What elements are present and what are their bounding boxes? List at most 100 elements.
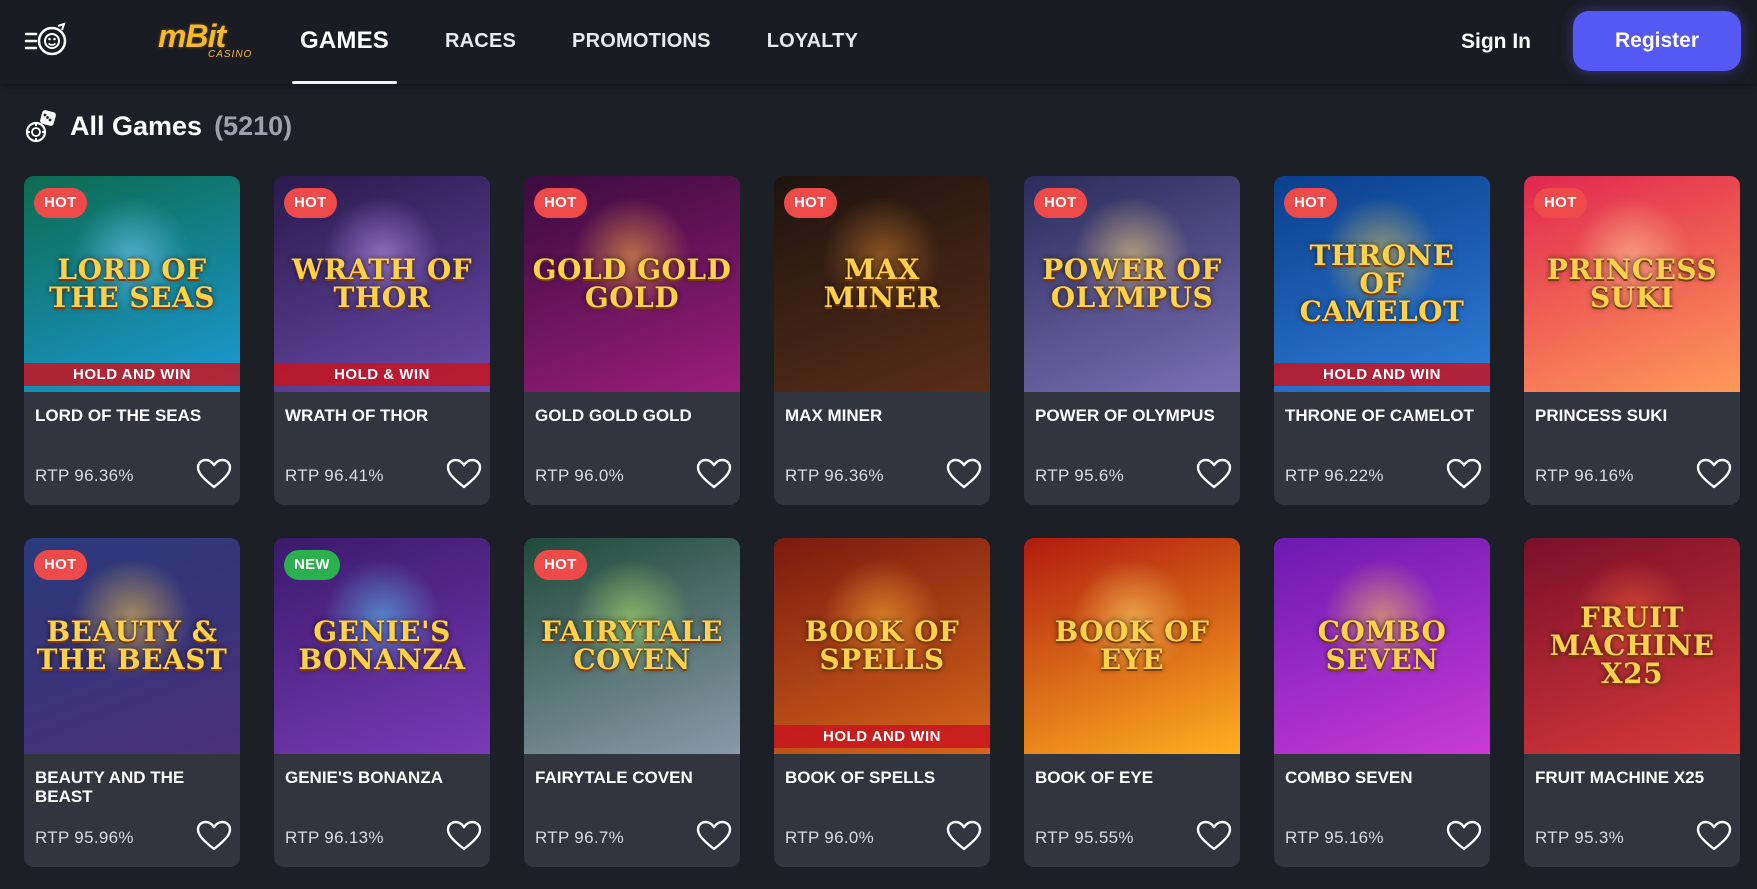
game-title[interactable]: GOLD GOLD GOLD — [535, 406, 731, 425]
favorite-heart-icon[interactable] — [946, 458, 982, 490]
game-title[interactable]: BOOK OF EYE — [1035, 768, 1231, 787]
thumbnail-title-art: POWER OF OLYMPUS — [1042, 253, 1222, 314]
game-thumbnail[interactable]: THRONE OF CAMELOT HOLD AND WIN HOT — [1274, 176, 1490, 392]
game-title[interactable]: MAX MINER — [785, 406, 981, 425]
game-card-beauty-and-the-beast[interactable]: BEAUTY & THE BEAST HOT BEAUTY AND THE BEAS… — [24, 538, 240, 867]
game-card-combo-seven[interactable]: COMBO SEVEN COMBO SEVEN RTP 95.16% — [1274, 538, 1490, 867]
hot-badge: HOT — [1034, 188, 1087, 218]
favorite-heart-icon[interactable] — [196, 458, 232, 490]
thumbnail-artwork: FRUIT MACHINE X25 — [1524, 538, 1740, 754]
game-title[interactable]: LORD OF THE SEAS — [35, 406, 231, 425]
game-card-book-of-eye[interactable]: BOOK OF EYE BOOK OF EYE RTP 95.55% — [1024, 538, 1240, 867]
game-card-gold-gold-gold[interactable]: GOLD GOLD GOLD HOT GOLD GOLD GOLD RTP 96.0% — [524, 176, 740, 505]
favorite-heart-icon[interactable] — [1196, 820, 1232, 852]
game-rtp: RTP 96.7% — [535, 828, 625, 847]
thumbnail-title-art: MAX MINER — [823, 253, 941, 314]
game-card-lord-of-the-seas[interactable]: LORD OF THE SEAS HOLD AND WIN HOT LORD OF T… — [24, 176, 240, 505]
favorite-heart-icon[interactable] — [696, 458, 732, 490]
game-rtp: RTP 96.41% — [285, 466, 384, 485]
section-header: All Games (5210) — [24, 104, 292, 148]
game-thumbnail[interactable]: BOOK OF SPELLS HOLD AND WIN — [774, 538, 990, 754]
hot-badge: HOT — [534, 188, 587, 218]
game-thumbnail[interactable]: GOLD GOLD GOLD HOT — [524, 176, 740, 392]
mbit-casino-logo[interactable]: mBit CASINO — [158, 18, 254, 62]
game-card-wrath-of-thor[interactable]: WRATH OF THOR HOLD & WIN HOT WRATH OF THOR R… — [274, 176, 490, 505]
game-title[interactable]: WRATH OF THOR — [285, 406, 481, 425]
logo-subtitle: CASINO — [208, 49, 253, 60]
game-title[interactable]: BOOK OF SPELLS — [785, 768, 981, 787]
game-thumbnail[interactable]: BEAUTY & THE BEAST HOT — [24, 538, 240, 754]
nav-item-promotions[interactable]: PROMOTIONS — [572, 0, 711, 84]
game-rtp: RTP 96.36% — [785, 466, 884, 485]
game-card-fairytale-coven[interactable]: FAIRYTALE COVEN HOT FAIRYTALE COVEN RTP 96.… — [524, 538, 740, 867]
thumbnail-title-art: GOLD GOLD GOLD — [532, 253, 732, 314]
hot-badge: HOT — [34, 550, 87, 580]
new-badge: NEW — [284, 550, 340, 580]
favorite-heart-icon[interactable] — [696, 820, 732, 852]
game-title[interactable]: BEAUTY AND THE BEAST — [35, 768, 231, 806]
game-rtp: RTP 95.96% — [35, 828, 134, 847]
favorite-heart-icon[interactable] — [1696, 458, 1732, 490]
game-thumbnail[interactable]: COMBO SEVEN — [1274, 538, 1490, 754]
game-thumbnail[interactable]: MAX MINER HOT — [774, 176, 990, 392]
game-rtp: RTP 95.3% — [1535, 828, 1625, 847]
game-rtp: RTP 96.13% — [285, 828, 384, 847]
game-thumbnail[interactable]: WRATH OF THOR HOLD & WIN HOT — [274, 176, 490, 392]
game-card-power-of-olympus[interactable]: POWER OF OLYMPUS HOT POWER OF OLYMPUS RTP 9… — [1024, 176, 1240, 505]
game-thumbnail[interactable]: BOOK OF EYE — [1024, 538, 1240, 754]
game-rtp: RTP 96.0% — [535, 466, 625, 485]
game-title[interactable]: THRONE OF CAMELOT — [1285, 406, 1481, 425]
favorite-heart-icon[interactable] — [1196, 458, 1232, 490]
favorite-heart-icon[interactable] — [1696, 820, 1732, 852]
game-title[interactable]: FAIRYTALE COVEN — [535, 768, 731, 787]
game-rtp: RTP 96.16% — [1535, 466, 1634, 485]
game-title[interactable]: PRINCESS SUKI — [1535, 406, 1731, 425]
game-thumbnail[interactable]: FRUIT MACHINE X25 — [1524, 538, 1740, 754]
section-title: All Games — [70, 110, 203, 141]
thumbnail-artwork: COMBO SEVEN — [1274, 538, 1490, 754]
game-title[interactable]: FRUIT MACHINE X25 — [1535, 768, 1731, 787]
nav-item-races[interactable]: RACES — [445, 0, 516, 84]
favorite-heart-icon[interactable] — [1446, 458, 1482, 490]
thumbnail-subtitle-art: HOLD & WIN — [274, 363, 490, 386]
game-rtp: RTP 96.0% — [785, 828, 875, 847]
game-thumbnail[interactable]: LORD OF THE SEAS HOLD AND WIN HOT — [24, 176, 240, 392]
game-rtp: RTP 95.16% — [1285, 828, 1384, 847]
hot-badge: HOT — [1284, 188, 1337, 218]
game-card-throne-of-camelot[interactable]: THRONE OF CAMELOT HOLD AND WIN HOT THRONE O… — [1274, 176, 1490, 505]
thumbnail-title-art: PRINCESS SUKI — [1546, 253, 1718, 314]
nav-item-games[interactable]: GAMES — [291, 0, 398, 84]
thumbnail-title-art: BEAUTY & THE BEAST — [36, 615, 228, 676]
favorite-heart-icon[interactable] — [196, 820, 232, 852]
favorite-heart-icon[interactable] — [946, 820, 982, 852]
favorite-heart-icon[interactable] — [446, 458, 482, 490]
game-title[interactable]: GENIE'S BONANZA — [285, 768, 481, 787]
game-card-princess-suki[interactable]: PRINCESS SUKI HOT PRINCESS SUKI RTP 96.16% — [1524, 176, 1740, 505]
menu-toggle-icon[interactable] — [24, 20, 72, 60]
favorite-heart-icon[interactable] — [1446, 820, 1482, 852]
game-thumbnail[interactable]: GENIE'S BONANZA NEW — [274, 538, 490, 754]
game-card-fruit-machine-x25[interactable]: FRUIT MACHINE X25 FRUIT MACHINE X25 RTP 95… — [1524, 538, 1740, 867]
game-title[interactable]: POWER OF OLYMPUS — [1035, 406, 1231, 425]
game-thumbnail[interactable]: POWER OF OLYMPUS HOT — [1024, 176, 1240, 392]
game-thumbnail[interactable]: PRINCESS SUKI HOT — [1524, 176, 1740, 392]
game-card-max-miner[interactable]: MAX MINER HOT MAX MINER RTP 96.36% — [774, 176, 990, 505]
hot-badge: HOT — [784, 188, 837, 218]
game-title[interactable]: COMBO SEVEN — [1285, 768, 1481, 787]
sign-in-link[interactable]: Sign In — [1461, 0, 1531, 84]
game-rtp: RTP 96.22% — [1285, 466, 1384, 485]
game-thumbnail[interactable]: FAIRYTALE COVEN HOT — [524, 538, 740, 754]
nav-item-loyalty[interactable]: LOYALTY — [767, 0, 858, 84]
thumbnail-artwork: BOOK OF SPELLS HOLD AND WIN — [774, 538, 990, 754]
games-grid: LORD OF THE SEAS HOLD AND WIN HOT LORD OF T… — [24, 176, 1740, 867]
thumbnail-title-art: FRUIT MACHINE X25 — [1549, 601, 1715, 690]
favorite-heart-icon[interactable] — [446, 820, 482, 852]
main-nav: GAMES RACES PROMOTIONS LOYALTY — [291, 0, 914, 84]
thumbnail-title-art: BOOK OF SPELLS — [804, 615, 960, 676]
register-button[interactable]: Register — [1573, 11, 1741, 71]
game-card-genie-s-bonanza[interactable]: GENIE'S BONANZA NEW GENIE'S BONANZA RTP 96.… — [274, 538, 490, 867]
thumbnail-subtitle-art: HOLD AND WIN — [1274, 363, 1490, 386]
thumbnail-artwork: BOOK OF EYE — [1024, 538, 1240, 754]
game-card-book-of-spells[interactable]: BOOK OF SPELLS HOLD AND WIN BOOK OF SPELLS… — [774, 538, 990, 867]
game-rtp: RTP 95.55% — [1035, 828, 1134, 847]
